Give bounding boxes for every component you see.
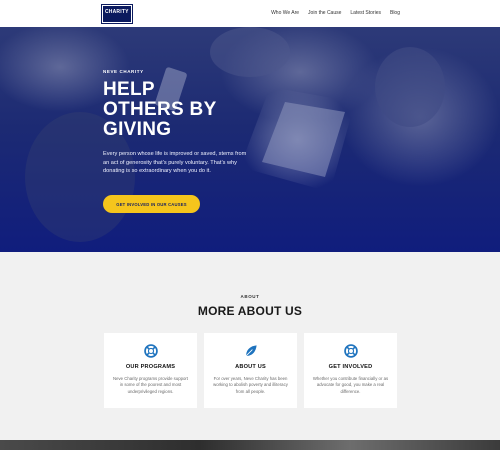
hero-eyebrow: NEVE CHARITY xyxy=(103,69,144,74)
about-eyebrow: ABOUT xyxy=(240,294,260,299)
hero-title-line-3: GIVING xyxy=(103,119,172,140)
leaf-icon xyxy=(245,345,257,357)
hero-title-line-2: OTHERS BY xyxy=(103,99,217,120)
card-title: OUR PROGRAMS xyxy=(125,364,176,370)
hero-description: Every person whose life is improved or s… xyxy=(103,151,247,175)
about-title: MORE ABOUT US xyxy=(197,304,303,318)
card-text: Whether you contribute financially or as… xyxy=(312,376,389,394)
card-text: For over years, Neve Charity has been wo… xyxy=(213,376,288,394)
card-title: GET INVOLVED xyxy=(328,364,373,370)
charity-logo[interactable]: CHARITY xyxy=(101,4,133,24)
about-cards: OUR PROGRAMS Neve Charity programs provi… xyxy=(104,333,397,408)
card-title: ABOUT US xyxy=(235,364,266,370)
site-header: CHARITY Who We Are Join the Cause Latest… xyxy=(0,0,500,27)
nav-join-the-cause[interactable]: Join the Cause xyxy=(308,10,341,16)
card-text: Neve Charity programs provide support in… xyxy=(113,376,188,394)
hero-title: HELP OTHERS BY GIVING xyxy=(103,80,283,140)
lifebuoy-icon xyxy=(343,344,358,358)
card-about-us: ABOUT US For over years, Neve Charity ha… xyxy=(204,333,297,408)
hero-section: NEVE CHARITY HELP OTHERS BY GIVING Every… xyxy=(0,27,500,252)
logo-text: CHARITY xyxy=(105,9,129,15)
nav-blog[interactable]: Blog xyxy=(390,10,400,16)
hero-content: NEVE CHARITY HELP OTHERS BY GIVING Every… xyxy=(103,69,283,176)
nav-latest-stories[interactable]: Latest Stories xyxy=(350,10,381,16)
main-nav: Who We Are Join the Cause Latest Stories… xyxy=(271,10,400,16)
card-our-programs: OUR PROGRAMS Neve Charity programs provi… xyxy=(104,333,197,408)
get-involved-button[interactable]: GET INVOLVED IN OUR CAUSES xyxy=(103,195,200,213)
nav-who-we-are[interactable]: Who We Are xyxy=(271,10,299,16)
next-section-photo-strip xyxy=(0,440,500,450)
about-section: ABOUT MORE ABOUT US OUR PROGRAMS Neve Ch… xyxy=(0,252,500,440)
lifebuoy-icon xyxy=(143,344,158,358)
card-get-involved: GET INVOLVED Whether you contribute fina… xyxy=(304,333,397,408)
hero-title-line-1: HELP xyxy=(103,79,155,100)
